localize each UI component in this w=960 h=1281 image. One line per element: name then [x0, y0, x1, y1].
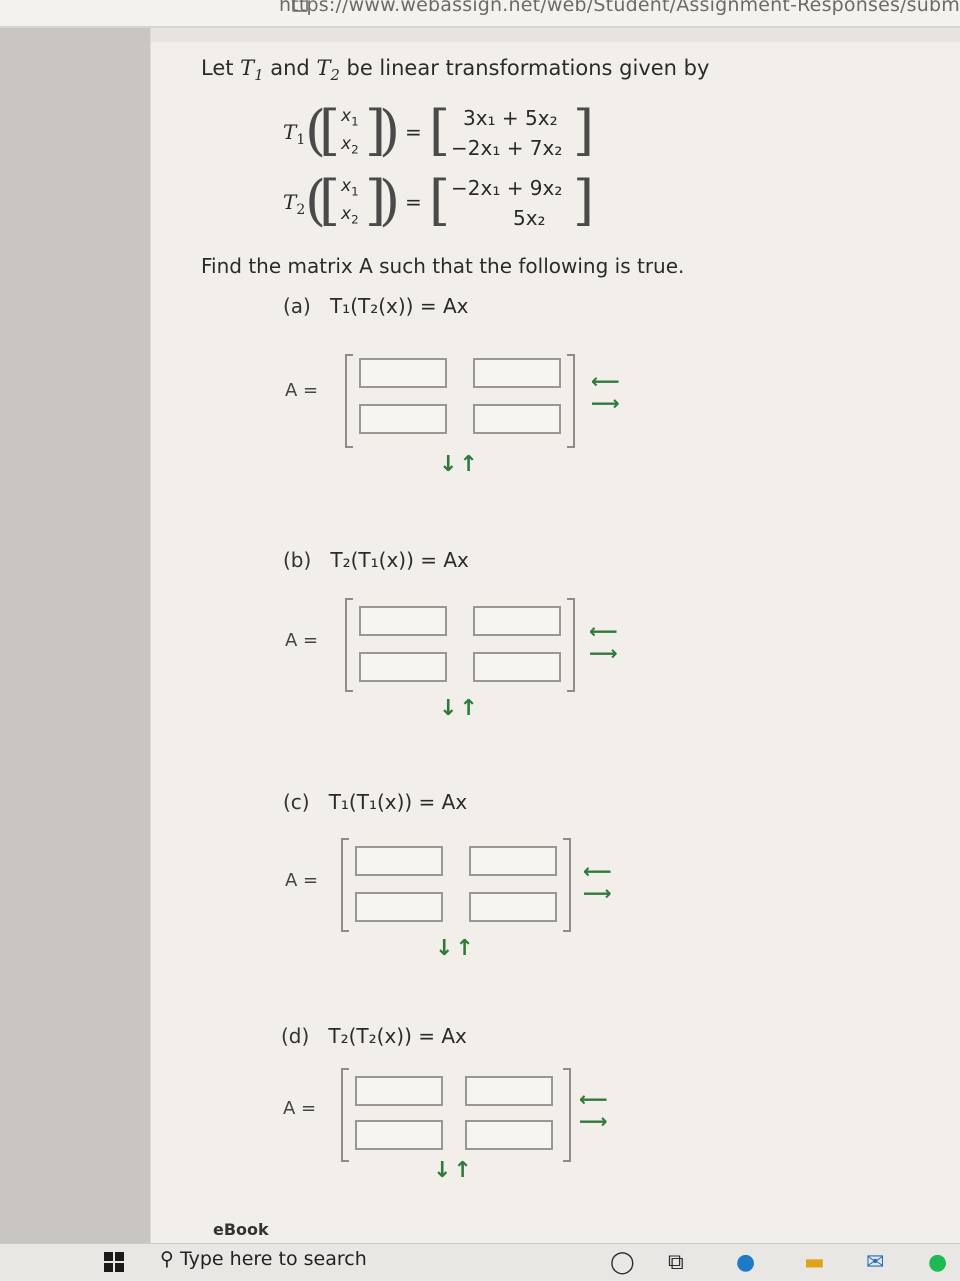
part-b-row-resize-icon[interactable]: ↓↑	[439, 696, 480, 721]
part-a-input-12[interactable]	[475, 360, 559, 386]
part-a-matrix	[345, 354, 575, 448]
part-a-cell-21[interactable]	[359, 404, 447, 434]
file-explorer-icon[interactable]: ▬	[804, 1250, 825, 1275]
part-c-row-resize-icon[interactable]: ↓↑	[435, 936, 476, 961]
part-b-cell-12[interactable]	[473, 606, 561, 636]
instruction-text: Find the matrix A such that the followin…	[201, 254, 685, 278]
part-b-a-equals: A =	[285, 630, 319, 651]
part-b-input-22[interactable]	[475, 654, 559, 680]
task-view-icon[interactable]: ⧉	[668, 1250, 684, 1275]
part-c-a-equals: A =	[285, 870, 319, 891]
part-a-equation: (a) T₁(T₂(x)) = Ax	[283, 294, 469, 318]
part-c-cell-21[interactable]	[355, 892, 443, 922]
part-b-column-resize-icon[interactable]: ⟵ ⟶	[589, 620, 618, 664]
part-b-cell-22[interactable]	[473, 652, 561, 682]
part-a-input-21[interactable]	[361, 406, 445, 432]
part-a-cell-22[interactable]	[473, 404, 561, 434]
windows-taskbar: ⚲ Type here to search ◯ ⧉ ● ▬ ✉ ●	[0, 1243, 960, 1281]
part-c-matrix	[341, 838, 571, 932]
ebook-link[interactable]: eBook	[213, 1220, 269, 1239]
part-c-cell-22[interactable]	[469, 892, 557, 922]
part-b-cell-21[interactable]	[359, 652, 447, 682]
part-d-cell-21[interactable]	[355, 1120, 443, 1150]
top-divider	[151, 28, 960, 42]
part-b-cell-11[interactable]	[359, 606, 447, 636]
part-d-input-12[interactable]	[467, 1078, 551, 1104]
part-d-matrix	[341, 1068, 571, 1162]
t2-row1: −2x₁ + 9x₂	[451, 176, 563, 200]
t2-row2: 5x₂	[513, 206, 546, 230]
t1-definition: T1 ( [ x1 x2 ] ) = [ 3x₁ + 5x₂ −2x₁ + 7x…	[283, 99, 595, 162]
part-c-equation: (c) T₁(T₁(x)) = Ax	[283, 790, 468, 814]
part-c-input-12[interactable]	[471, 848, 555, 874]
part-a-cell-12[interactable]	[473, 358, 561, 388]
part-b-equation: (b) T₂(T₁(x)) = Ax	[283, 548, 469, 572]
part-b-input-21[interactable]	[361, 654, 445, 680]
part-d-column-resize-icon[interactable]: ⟵ ⟶	[579, 1088, 608, 1132]
mail-icon[interactable]: ✉	[866, 1250, 884, 1275]
part-d-input-22[interactable]	[467, 1122, 551, 1148]
part-b-matrix	[345, 598, 575, 692]
part-d-cell-22[interactable]	[465, 1120, 553, 1150]
assignment-page: Let T1 and T2 be linear transformations …	[150, 28, 960, 1243]
taskbar-search-placeholder: Type here to search	[179, 1248, 367, 1270]
part-d-a-equals: A =	[283, 1098, 317, 1119]
t2-definition: T2 ( [ x1 x2 ] ) = [ −2x₁ + 9x₂ 5x₂ ]	[283, 169, 595, 232]
part-d-input-21[interactable]	[357, 1122, 441, 1148]
part-d-equation: (d) T₂(T₂(x)) = Ax	[281, 1024, 467, 1048]
taskbar-search[interactable]: ⚲ Type here to search	[160, 1248, 367, 1270]
part-c-input-21[interactable]	[357, 894, 441, 920]
edge-browser-icon[interactable]: ●	[736, 1250, 755, 1275]
part-b-input-11[interactable]	[361, 608, 445, 634]
browser-address-bar[interactable]: https://www.webassign.net/web/Student/As…	[0, 0, 960, 28]
part-a-input-22[interactable]	[475, 406, 559, 432]
part-a-cell-11[interactable]	[359, 358, 447, 388]
part-c-input-11[interactable]	[357, 848, 441, 874]
part-a-input-11[interactable]	[361, 360, 445, 386]
part-a-a-equals: A =	[285, 380, 319, 401]
t1-row2: −2x₁ + 7x₂	[451, 136, 563, 160]
part-c-cell-11[interactable]	[355, 846, 443, 876]
part-c-input-22[interactable]	[471, 894, 555, 920]
part-d-cell-12[interactable]	[465, 1076, 553, 1106]
search-icon: ⚲	[160, 1248, 174, 1270]
part-a-column-resize-icon[interactable]: ⟵ ⟶	[591, 370, 620, 414]
part-d-cell-11[interactable]	[355, 1076, 443, 1106]
part-c-cell-12[interactable]	[469, 846, 557, 876]
url-text: https://www.webassign.net/web/Student/As…	[278, 0, 960, 16]
part-b-input-12[interactable]	[475, 608, 559, 634]
cortana-icon[interactable]: ◯	[610, 1250, 635, 1275]
problem-intro: Let T1 and T2 be linear transformations …	[201, 56, 710, 85]
part-d-input-11[interactable]	[357, 1078, 441, 1104]
part-a-row-resize-icon[interactable]: ↓↑	[439, 452, 480, 477]
spotify-icon[interactable]: ●	[928, 1250, 947, 1275]
windows-start-icon[interactable]	[104, 1252, 124, 1272]
t1-row1: 3x₁ + 5x₂	[463, 106, 558, 130]
part-d-row-resize-icon[interactable]: ↓↑	[433, 1158, 474, 1183]
part-c-column-resize-icon[interactable]: ⟵ ⟶	[583, 860, 612, 904]
